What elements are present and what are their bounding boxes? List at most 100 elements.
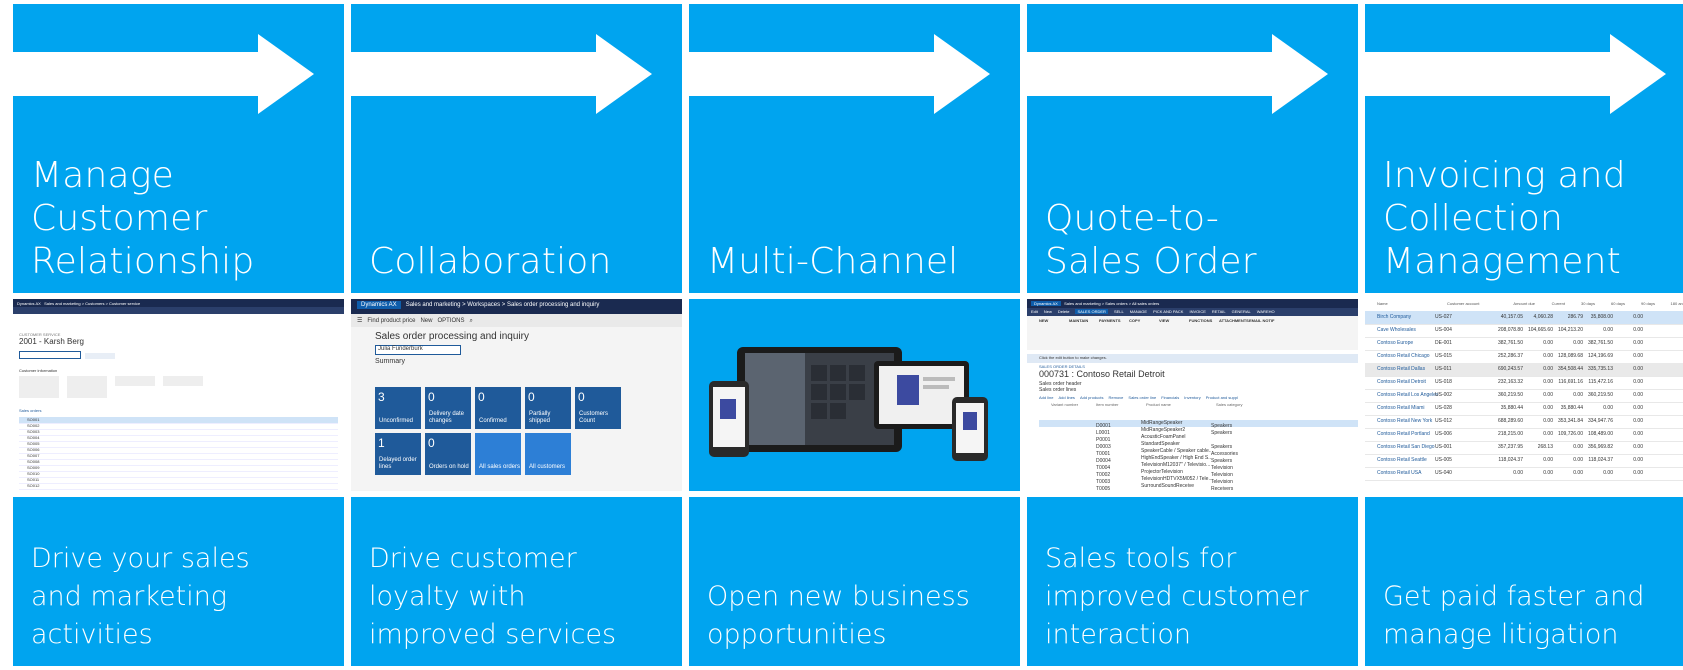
action-tab[interactable]: RETAIL	[1212, 309, 1226, 314]
table-row[interactable]: T0005 SurroundSoundReceive Receivers	[1039, 483, 1358, 491]
summary-tile[interactable]: 1 Delayed order lines	[375, 433, 421, 475]
days-90: 0.00	[1633, 379, 1643, 385]
customer-name[interactable]: Birch Company	[1365, 311, 1435, 324]
days-30: 0.00	[1573, 457, 1583, 463]
customer-name[interactable]: Contoso Retail Detroit	[1365, 376, 1435, 389]
tile-label: Orders on hold	[429, 464, 469, 470]
days-90: 0.00	[1633, 457, 1643, 463]
table-row[interactable]: T0004 TelevisionM12037" / Televisio...Tel…	[1039, 462, 1358, 471]
line-action[interactable]: Financials	[1161, 395, 1179, 400]
current-amount: 0.00	[1543, 379, 1553, 385]
customer-name[interactable]: Cave Wholesales	[1365, 324, 1435, 337]
action-tab[interactable]: WAREHO	[1257, 309, 1275, 314]
table-row[interactable]: SO012	[19, 483, 338, 490]
breadcrumb: Sales and marketing > Customers > Custom…	[44, 301, 141, 306]
table-row[interactable]: L0001 MidRangeSpeaker2 Speakers	[1039, 427, 1358, 436]
days-30: 116,691.16	[1558, 379, 1583, 385]
table-row[interactable]: Birch Company US-027 40,157.05 4,060.28 286.…	[1365, 311, 1683, 325]
table-row[interactable]: T0001 SpeakerCable / Speaker cable...Acce…	[1039, 448, 1358, 457]
user-select[interactable]: Julia Funderburk	[375, 345, 461, 355]
table-row[interactable]: Contoso Retail San DiegoUS-001 357,237.95…	[1365, 441, 1683, 455]
column-header: 180 and	[1670, 301, 1683, 306]
screenshot-customer-service: Dynamics AX Sales and marketing > Custom…	[13, 299, 344, 491]
table-row[interactable]: Contoso Retail USA US-040 0.00 0.00 0.00 0.00…	[1365, 467, 1683, 481]
customer-name[interactable]: Contoso Retail Chicago	[1365, 350, 1435, 363]
table-row[interactable]: Contoso Retail New York US-012 688,289.60 0…	[1365, 415, 1683, 429]
current-amount: 0.00	[1543, 431, 1553, 437]
tile-count: 0	[428, 390, 435, 404]
product-name: StandardSpeaker	[1141, 441, 1180, 447]
search-icon[interactable]: ⌕	[470, 318, 473, 324]
tile-count: 1	[378, 436, 385, 450]
table-row[interactable]: Contoso Retail Dallas US-011 690,243.57 0.0…	[1365, 363, 1683, 377]
customer-name[interactable]: Contoso Europe	[1365, 337, 1435, 350]
table-row[interactable]: Contoso Retail Chicago US-015 252,286.37 0.…	[1365, 350, 1683, 364]
customer-name[interactable]: Contoso Retail Miami	[1365, 402, 1435, 415]
days-30: 128,089.68	[1557, 353, 1583, 359]
table-row[interactable]: D0003 StandardSpeaker Speakers	[1039, 441, 1358, 450]
line-action[interactable]: Add line	[1039, 395, 1053, 400]
action-tab[interactable]: INVOICE	[1189, 309, 1205, 314]
product-name: HighEndSpeaker / High End S...	[1141, 455, 1211, 461]
tile-label: All customers	[529, 464, 566, 470]
orders-table: SO001 SO002 SO003 SO004 SO005 SO006 SO007 SO008…	[19, 417, 338, 491]
action-tab[interactable]: Edit	[1031, 309, 1038, 314]
customer-name[interactable]: Contoso Retail Los Angeles	[1365, 389, 1438, 402]
summary-tile[interactable]: All customers	[525, 433, 571, 475]
current-amount: 0.00	[1543, 392, 1553, 398]
customer-name[interactable]: Contoso Retail USA	[1365, 467, 1435, 480]
customer-name[interactable]: Contoso Retail Dallas	[1365, 363, 1435, 376]
table-row[interactable]: Contoso Retail Seattle US-005 118,024.37 0.…	[1365, 454, 1683, 468]
summary-tile[interactable]: 0 Confirmed	[475, 387, 521, 429]
product-name: SurroundSoundReceive	[1141, 483, 1195, 489]
find-product-price-button[interactable]: Find product price	[367, 318, 415, 324]
summary-tile[interactable]: 0 Customers Count	[575, 387, 621, 429]
customer-account: US-006	[1435, 431, 1452, 437]
table-row[interactable]: Contoso Retail Portland US-006 218,215.00 0…	[1365, 428, 1683, 442]
menu-icon[interactable]: ☰	[357, 318, 362, 324]
customer-account: US-002	[1435, 392, 1452, 398]
stage-header: Manage Customer Relationship	[13, 4, 344, 293]
action-tab[interactable]: SELL	[1114, 309, 1124, 314]
line-action[interactable]: Product and suppl	[1206, 395, 1238, 400]
line-action[interactable]: Sales order line	[1128, 395, 1156, 400]
table-row[interactable]: D0004 HighEndSpeaker / High End S...Speak…	[1039, 455, 1358, 464]
tile-count: 0	[528, 390, 535, 404]
action-tab[interactable]: MANAGE	[1130, 309, 1147, 314]
table-row[interactable]: T0002 ProjectorTelevision Television	[1039, 469, 1358, 478]
table-row[interactable]: T0003 TelevisionHDTVX5M052 / Tele...Telev…	[1039, 476, 1358, 485]
table-row[interactable]: Contoso Retail Los AngelesUS-002 360,219.…	[1365, 389, 1683, 403]
line-action[interactable]: Remove	[1109, 395, 1124, 400]
stage-description: Open new business opportunities	[707, 581, 970, 650]
customer-name[interactable]: Contoso Retail Seattle	[1365, 454, 1435, 467]
customer-name[interactable]: Contoso Retail San Diego	[1365, 441, 1435, 454]
summary-tile[interactable]: 3 Unconfirmed	[375, 387, 421, 429]
line-action[interactable]: Inventory	[1184, 395, 1200, 400]
tile-count: 0	[578, 390, 585, 404]
summary-tile[interactable]: All sales orders	[475, 433, 521, 475]
line-action[interactable]: Add lines	[1058, 395, 1074, 400]
table-row[interactable]: Cave Wholesales US-004 208,078.80 104,665.6…	[1365, 324, 1683, 338]
options-button[interactable]: OPTIONS	[437, 318, 464, 324]
table-row[interactable]: D0001 MidRangeSpeaker Speakers	[1039, 420, 1358, 429]
action-tab[interactable]: GENERAL	[1232, 309, 1251, 314]
tile-label: Customers Count	[579, 411, 609, 424]
summary-tile[interactable]: 0 Orders on hold	[425, 433, 471, 475]
table-row[interactable]: P0001 AcousticFoamPanel	[1039, 434, 1358, 443]
action-tab[interactable]: Delete	[1058, 309, 1070, 314]
summary-tile[interactable]: 0 Partially shipped	[525, 387, 571, 429]
action-tab[interactable]: SALES ORDER	[1075, 309, 1108, 314]
table-row[interactable]: Contoso Retail Miami US-028 35,880.44 0.00 3…	[1365, 402, 1683, 416]
table-row[interactable]: Contoso Retail Detroit US-018 232,163.32 0.…	[1365, 376, 1683, 390]
line-actions: Add line Add lines Add products Remove Sales…	[1039, 395, 1346, 400]
summary-tile[interactable]: 0 Delivery date changes	[425, 387, 471, 429]
customer-name[interactable]: Contoso Retail New York	[1365, 415, 1435, 428]
line-action[interactable]: Add products	[1080, 395, 1104, 400]
action-tab[interactable]: PICK AND PACK	[1153, 309, 1183, 314]
days-90: 0.00	[1633, 431, 1643, 437]
customer-account: US-011	[1435, 366, 1452, 372]
new-button[interactable]: New	[420, 318, 432, 324]
table-row[interactable]: Contoso Europe DE-001 382,761.50 0.00 0.00 38…	[1365, 337, 1683, 351]
action-tab[interactable]: New	[1044, 309, 1052, 314]
customer-name[interactable]: Contoso Retail Portland	[1365, 428, 1435, 441]
